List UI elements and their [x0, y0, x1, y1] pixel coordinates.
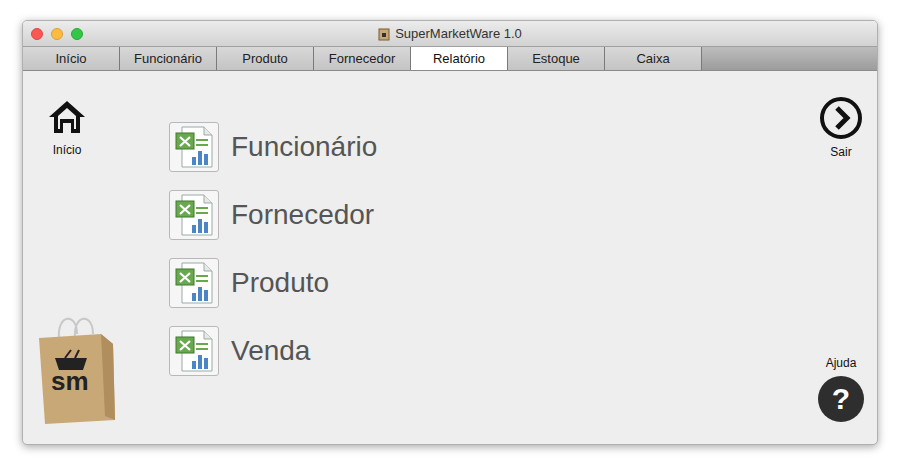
help-label: Ajuda — [826, 354, 857, 372]
report-label: Fornecedor — [231, 194, 374, 236]
tab[interactable]: Fornecedor — [314, 47, 411, 70]
close-button[interactable] — [31, 28, 43, 40]
exit-button[interactable]: Sair — [818, 95, 864, 161]
report-item[interactable]: Venda — [169, 327, 787, 375]
shopping-bag-icon — [35, 308, 117, 426]
tab[interactable]: Caixa — [605, 47, 702, 70]
zoom-button[interactable] — [71, 28, 83, 40]
tab-label: Início — [55, 49, 86, 69]
tab[interactable]: Início — [23, 47, 120, 70]
report-label: Funcionário — [231, 126, 377, 168]
spreadsheet-icon — [169, 190, 219, 240]
tab-label: Caixa — [636, 49, 669, 69]
tab-label: Relatório — [433, 49, 485, 69]
tab-label: Produto — [242, 49, 288, 69]
app-window: SuperMarketWare 1.0 Início Funcionário Pro… — [22, 20, 878, 445]
help-icon-glyph: ? — [832, 384, 850, 414]
spreadsheet-icon — [169, 258, 219, 308]
exit-arrow-icon — [818, 95, 864, 141]
spreadsheet-icon — [169, 122, 219, 172]
content-area: Início sm Funcionário Fornecedor Produto Ve… — [23, 71, 877, 444]
report-list: Funcionário Fornecedor Produto Venda — [169, 71, 787, 444]
tab-label: Fornecedor — [329, 49, 395, 69]
spreadsheet-icon — [169, 326, 219, 376]
report-item[interactable]: Produto — [169, 259, 787, 307]
logo: sm — [35, 308, 117, 426]
minimize-button[interactable] — [51, 28, 63, 40]
tab[interactable]: Relatório — [411, 47, 508, 70]
tab[interactable]: Produto — [217, 47, 314, 70]
tab-label: Estoque — [532, 49, 580, 69]
logo-text: sm — [51, 368, 89, 394]
report-label: Venda — [231, 330, 310, 372]
tab-bar: Início Funcionário Produto Fornecedor Relató… — [23, 47, 877, 71]
exit-label: Sair — [830, 143, 851, 161]
report-item[interactable]: Funcionário — [169, 123, 787, 171]
tab-label: Funcionário — [134, 49, 202, 69]
help-icon: ? — [818, 376, 864, 422]
help-button[interactable]: Ajuda? — [818, 354, 864, 422]
report-label: Produto — [231, 262, 329, 304]
home-label: Início — [53, 141, 82, 159]
home-button[interactable]: Início — [43, 95, 91, 159]
window-title: SuperMarketWare 1.0 — [395, 24, 522, 44]
home-icon — [45, 95, 89, 139]
tab[interactable]: Funcionário — [120, 47, 217, 70]
title-bar: SuperMarketWare 1.0 — [23, 21, 877, 47]
report-item[interactable]: Fornecedor — [169, 191, 787, 239]
app-icon — [378, 27, 390, 41]
tab[interactable]: Estoque — [508, 47, 605, 70]
